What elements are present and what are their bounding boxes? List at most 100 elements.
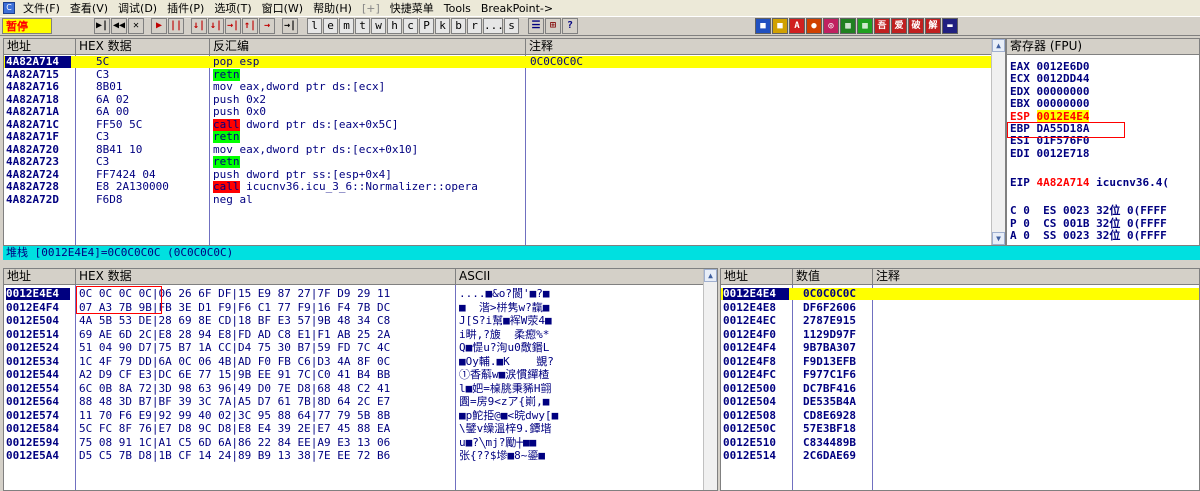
dump-header-hex[interactable]: HEX 数据 xyxy=(76,269,456,285)
breakpoints-button[interactable]: b xyxy=(451,18,466,34)
stack-row[interactable]: 0012E508 CD8E6928 xyxy=(721,410,1199,422)
dump-row[interactable]: 0012E534 1C 4F 79 DD|6A 0C 06 4B|AD F0 FB… xyxy=(4,356,704,368)
stack-pane[interactable]: 地址 数值 注释 0012E4E4 0C0C0C0C 0012E4E8 DF6F260… xyxy=(720,268,1200,491)
memory-window-button[interactable]: m xyxy=(339,18,354,34)
dump-header-ascii[interactable]: ASCII xyxy=(456,269,705,285)
stack-header-comment[interactable]: 注释 xyxy=(873,269,1199,285)
run-trace-button[interactable]: ... xyxy=(483,18,504,34)
disasm-row[interactable]: 4A82A714 5C pop esp 0C0C0C0C xyxy=(4,56,992,68)
hex-dump-pane[interactable]: 地址 HEX 数据 ASCII 0012E4E4 0C 0C 0C 0C|06 2… xyxy=(3,268,718,491)
plugin-icon-ai[interactable]: 爱 xyxy=(891,18,907,34)
register-row[interactable]: EIP 4A82A714 icucnv36.4( xyxy=(1010,176,1169,189)
source-button[interactable]: s xyxy=(504,18,519,34)
plugin-icon-6[interactable]: ▦ xyxy=(840,18,856,34)
dump-row[interactable]: 0012E564 88 48 3D B7|BF 39 3C 7A|A5 D7 61… xyxy=(4,396,704,408)
disasm-row[interactable]: 4A82A72D F6D8 neg al xyxy=(4,194,992,206)
stack-row[interactable]: 0012E4E4 0C0C0C0C xyxy=(721,288,1199,300)
disasm-row[interactable]: 4A82A718 6A 02 push 0x2 xyxy=(4,94,992,106)
close-button[interactable]: ✕ xyxy=(128,18,144,34)
menu-view[interactable]: 查看(V) xyxy=(65,0,113,16)
trace-into-button[interactable]: →| xyxy=(225,18,241,34)
dump-header-address[interactable]: 地址 xyxy=(4,269,76,285)
disasm-row[interactable]: 4A82A716 8B01 mov eax,dword ptr ds:[ecx] xyxy=(4,81,992,93)
menu-shortcut[interactable]: 快捷菜单 xyxy=(385,0,439,16)
stack-row[interactable]: 0012E4E8 DF6F2606 xyxy=(721,302,1199,314)
menu-breakpoint[interactable]: BreakPoint-> xyxy=(476,2,558,15)
disasm-row[interactable]: 4A82A723 C3 retn xyxy=(4,156,992,168)
dump-row[interactable]: 0012E544 A2 D9 CF E3|DC 6E 77 15|9B EE 91… xyxy=(4,369,704,381)
register-row[interactable]: EAX 0012E6D0 xyxy=(1010,61,1089,73)
cpu-window-button[interactable]: c xyxy=(403,18,418,34)
disassembly-pane[interactable]: 地址 HEX 数据 反汇编 注释 4A82A714 5C pop esp 0C0C0C… xyxy=(3,38,1006,246)
call-stack-button[interactable]: k xyxy=(435,18,450,34)
disasm-row[interactable]: 4A82A720 8B41 10 mov eax,dword ptr ds:[ecx… xyxy=(4,144,992,156)
threads-window-button[interactable]: t xyxy=(355,18,370,34)
disasm-row[interactable]: 4A82A728 E8 2A130000 call icucnv36.icu_3_6… xyxy=(4,181,992,193)
plugin-icon-po[interactable]: 破 xyxy=(908,18,924,34)
windows-window-button[interactable]: w xyxy=(371,18,386,34)
register-row[interactable]: ESP 0012E4E4 xyxy=(1010,109,1090,123)
dump-scrollbar[interactable]: ▲ xyxy=(703,269,717,490)
plugin-icon-4[interactable]: ● xyxy=(806,18,822,34)
stack-row[interactable]: 0012E500 DC7BF416 xyxy=(721,383,1199,395)
rewind-button[interactable]: ◀◀ xyxy=(111,18,127,34)
menu-plugins[interactable]: 插件(P) xyxy=(162,0,209,16)
plugin-icon-3[interactable]: A xyxy=(789,18,805,34)
disasm-header-address[interactable]: 地址 xyxy=(4,39,76,55)
scroll-up-icon[interactable]: ▲ xyxy=(704,269,717,282)
step-into-button[interactable]: ↓| xyxy=(191,18,207,34)
dump-row[interactable]: 0012E514 69 AE 6D 2C|E8 28 94 E8|FD AD C8… xyxy=(4,329,704,341)
register-row[interactable]: P 0 CS 001B 32位 0(FFFF xyxy=(1010,217,1167,230)
menu-help[interactable]: 帮助(H) xyxy=(308,0,357,16)
modules-window-button[interactable]: e xyxy=(323,18,338,34)
pause-button[interactable]: || xyxy=(168,18,184,34)
stack-row[interactable]: 0012E514 2C6DAE69 xyxy=(721,450,1199,462)
plugin-icon-2[interactable]: ■ xyxy=(772,18,788,34)
dump-row[interactable]: 0012E574 11 70 F6 E9|92 99 40 02|3C 95 88… xyxy=(4,410,704,422)
list-icon[interactable]: ☰ xyxy=(528,18,544,34)
plugin-icon-jie[interactable]: 解 xyxy=(925,18,941,34)
register-row[interactable]: A 0 SS 0023 32位 0(FFFF xyxy=(1010,230,1167,242)
grid-icon[interactable]: ⊞ xyxy=(545,18,561,34)
plugin-icon-wu[interactable]: 吾 xyxy=(874,18,890,34)
disasm-row[interactable]: 4A82A71C FF50 5C call dword ptr ds:[eax+0x… xyxy=(4,118,992,131)
disasm-header-hex[interactable]: HEX 数据 xyxy=(76,39,210,55)
plugin-icon-last[interactable]: ▬ xyxy=(942,18,958,34)
menu-file[interactable]: 文件(F) xyxy=(18,0,65,16)
menu-debug[interactable]: 调试(D) xyxy=(113,0,162,16)
trace-over-button[interactable]: ↑| xyxy=(242,18,258,34)
stack-row[interactable]: 0012E4F0 1129D97F xyxy=(721,329,1199,341)
stack-row[interactable]: 0012E4F4 9B7BA307 xyxy=(721,342,1199,354)
disasm-row[interactable]: 4A82A724 FF7424 04 push dword ptr ss:[esp+… xyxy=(4,169,992,181)
log-window-button[interactable]: l xyxy=(307,18,322,34)
disasm-row[interactable]: 4A82A715 C3 retn xyxy=(4,68,992,81)
stack-row[interactable]: 0012E504 DE535B4A xyxy=(721,396,1199,408)
patches-window-button[interactable]: P xyxy=(419,18,434,34)
register-row[interactable]: ECX 0012DD44 xyxy=(1010,73,1089,85)
disasm-header-comment[interactable]: 注释 xyxy=(526,39,992,55)
disasm-row[interactable]: 4A82A71F C3 retn xyxy=(4,131,992,143)
dump-row[interactable]: 0012E584 5C FC 8F 76|E7 D8 9C D8|E8 E4 39… xyxy=(4,423,704,435)
stack-header-address[interactable]: 地址 xyxy=(721,269,793,285)
dump-row[interactable]: 0012E5A4 D5 C5 7B D8|1B CF 14 24|89 B9 13… xyxy=(4,450,704,462)
disasm-header-disasm[interactable]: 反汇编 xyxy=(210,39,526,55)
stack-row[interactable]: 0012E4FC F977C1F6 xyxy=(721,369,1199,381)
register-row[interactable]: EDI 0012E718 xyxy=(1010,147,1089,160)
stack-row[interactable]: 0012E4EC 2787E915 xyxy=(721,315,1199,327)
stack-row[interactable]: 0012E510 C834489B xyxy=(721,437,1199,449)
scroll-down-icon[interactable]: ▼ xyxy=(992,232,1005,245)
menu-plus[interactable]: [+] xyxy=(357,2,385,15)
register-row[interactable]: EBX 00000000 xyxy=(1010,98,1089,110)
references-button[interactable]: r xyxy=(467,18,482,34)
stack-header-value[interactable]: 数值 xyxy=(793,269,873,285)
open-button[interactable]: ▶| xyxy=(94,18,110,34)
plugin-icon-7[interactable]: ▦ xyxy=(857,18,873,34)
registers-header[interactable]: 寄存器 (FPU) xyxy=(1007,39,1199,55)
menu-options[interactable]: 选项(T) xyxy=(209,0,256,16)
stack-row[interactable]: 0012E50C 57E3BF18 xyxy=(721,423,1199,435)
plugin-icon-1[interactable]: ■ xyxy=(755,18,771,34)
dump-row[interactable]: 0012E524 51 04 90 D7|75 B7 1A CC|D4 75 30… xyxy=(4,342,704,354)
goto-button[interactable]: →| xyxy=(282,18,298,34)
disasm-scrollbar[interactable]: ▲ ▼ xyxy=(991,39,1005,245)
step-over-button[interactable]: ↓| xyxy=(208,18,224,34)
